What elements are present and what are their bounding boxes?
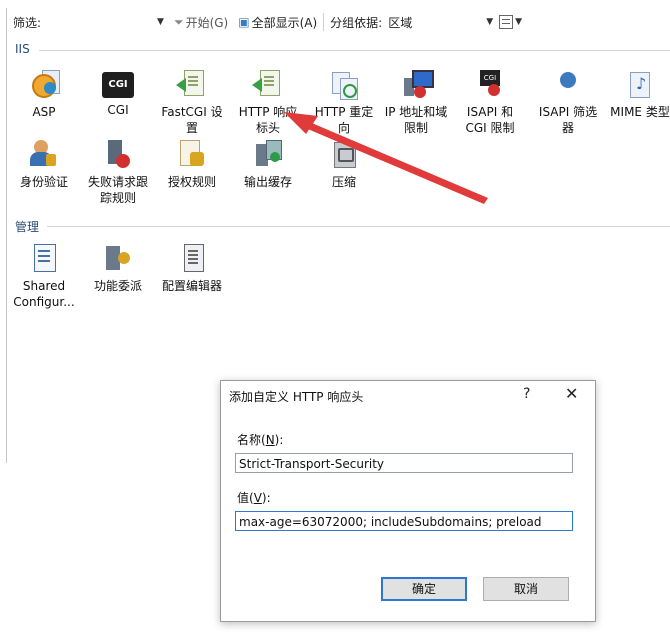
ip-restrictions-icon	[400, 68, 434, 100]
feature-label: 授权规则	[167, 175, 216, 189]
filter-input[interactable]	[43, 11, 156, 33]
authorization-rules-icon	[176, 138, 208, 170]
feature-label: IP 地址和域限制	[384, 105, 448, 135]
feature-label: ASP	[32, 105, 56, 119]
compression-icon	[328, 138, 360, 170]
cgi-icon: CGI	[102, 72, 134, 98]
ok-button[interactable]: 确定	[381, 577, 467, 601]
close-icon[interactable]: ✕	[565, 384, 578, 403]
feature-authorization-rules[interactable]: 授权规则	[157, 138, 227, 190]
show-all-icon: ▣	[238, 15, 250, 29]
view-mode-dropdown-icon[interactable]: ▼	[515, 17, 522, 27]
feature-mime-types[interactable]: ♪ MIME 类型	[605, 68, 670, 120]
group-by-label: 分组依据:	[330, 15, 383, 30]
feature-shared-configuration[interactable]: Shared Configur...	[9, 242, 79, 310]
filter-label: 筛选:	[13, 15, 42, 30]
section-divider	[39, 50, 670, 51]
feature-label: Shared Configur...	[13, 279, 75, 309]
feature-delegation-icon	[102, 242, 134, 274]
feature-cgi[interactable]: CGI CGI	[83, 68, 153, 118]
shared-configuration-icon	[28, 242, 60, 274]
http-redirect-icon	[328, 68, 360, 100]
feature-label: HTTP 重定向	[314, 105, 374, 135]
toolbar-divider	[323, 13, 325, 31]
feature-label: 功能委派	[93, 279, 142, 293]
name-input[interactable]: Strict-Transport-Security	[235, 453, 573, 473]
value-input[interactable]: max-age=63072000; includeSubdomains; pre…	[235, 511, 573, 531]
isapi-cgi-restrictions-icon: CGI	[474, 68, 506, 100]
failed-request-tracing-icon	[102, 138, 134, 170]
mime-types-icon: ♪	[624, 68, 656, 100]
section-header-iis: IIS	[15, 42, 30, 56]
feature-label: 配置编辑器	[161, 279, 222, 293]
name-label: 名称(N):	[237, 433, 284, 447]
help-button[interactable]: ?	[523, 386, 530, 402]
feature-compression[interactable]: 压缩	[309, 138, 379, 190]
feature-isapi-filters[interactable]: ISAPI 筛选器	[533, 68, 603, 136]
group-by-select[interactable]: 区域	[388, 14, 484, 31]
show-all-button[interactable]: ▣ 全部显示(A)	[238, 14, 317, 31]
show-all-label: 全部显示(A)	[251, 15, 318, 30]
value-label: 值(V):	[237, 491, 271, 505]
features-toolbar: 筛选: ▼ ⏷ 开始(G) ▣ 全部显示(A) 分组依据: 区域 ▼ ▼	[7, 8, 670, 36]
dialog-title: 添加自定义 HTTP 响应头	[229, 390, 364, 404]
filter-dropdown-icon[interactable]: ▼	[157, 17, 164, 27]
feature-asp[interactable]: ASP	[9, 68, 79, 120]
feature-http-redirect[interactable]: HTTP 重定向	[309, 68, 379, 136]
group-by-dropdown-icon[interactable]: ▼	[486, 17, 493, 27]
feature-ip-restrictions[interactable]: IP 地址和域限制	[381, 68, 451, 136]
feature-isapi-cgi-restrictions[interactable]: CGI ISAPI 和 CGI 限制	[455, 68, 525, 136]
feature-label: 失败请求跟踪规则	[87, 175, 148, 205]
feature-label: ISAPI 和 CGI 限制	[465, 105, 515, 135]
feature-label: MIME 类型	[610, 105, 670, 119]
cancel-button[interactable]: 取消	[483, 577, 569, 601]
section-divider	[47, 226, 670, 227]
feature-label: CGI	[107, 103, 129, 117]
feature-label: FastCGI 设置	[161, 105, 223, 135]
view-mode-icon[interactable]	[499, 15, 514, 29]
feature-label: HTTP 响应标头	[238, 105, 298, 135]
feature-fastcgi[interactable]: FastCGI 设置	[157, 68, 227, 136]
configuration-editor-icon	[176, 242, 208, 274]
feature-label: 压缩	[331, 175, 356, 189]
funnel-icon: ⏷	[173, 14, 184, 29]
feature-configuration-editor[interactable]: 配置编辑器	[157, 242, 227, 294]
section-header-management: 管理	[15, 220, 40, 234]
add-custom-header-dialog: 添加自定义 HTTP 响应头 ? ✕ 名称(N): Strict-Transpo…	[220, 380, 596, 622]
asp-icon	[28, 68, 60, 100]
feature-delegation[interactable]: 功能委派	[83, 242, 153, 294]
output-caching-icon	[252, 138, 284, 170]
feature-http-response-headers[interactable]: HTTP 响应标头	[233, 68, 303, 136]
feature-output-caching[interactable]: 输出缓存	[233, 138, 303, 190]
isapi-filters-icon	[552, 68, 584, 100]
feature-label: 输出缓存	[243, 175, 292, 189]
feature-authentication[interactable]: 身份验证	[9, 138, 79, 190]
http-response-headers-icon	[252, 68, 284, 100]
start-filter-button[interactable]: ⏷ 开始(G)	[174, 14, 228, 31]
feature-failed-request-tracing[interactable]: 失败请求跟踪规则	[83, 138, 153, 206]
feature-label: 身份验证	[19, 175, 68, 189]
fastcgi-icon	[176, 68, 208, 100]
start-label: 开始(G)	[185, 15, 229, 30]
authentication-icon	[28, 138, 60, 170]
feature-label: ISAPI 筛选器	[538, 105, 598, 135]
